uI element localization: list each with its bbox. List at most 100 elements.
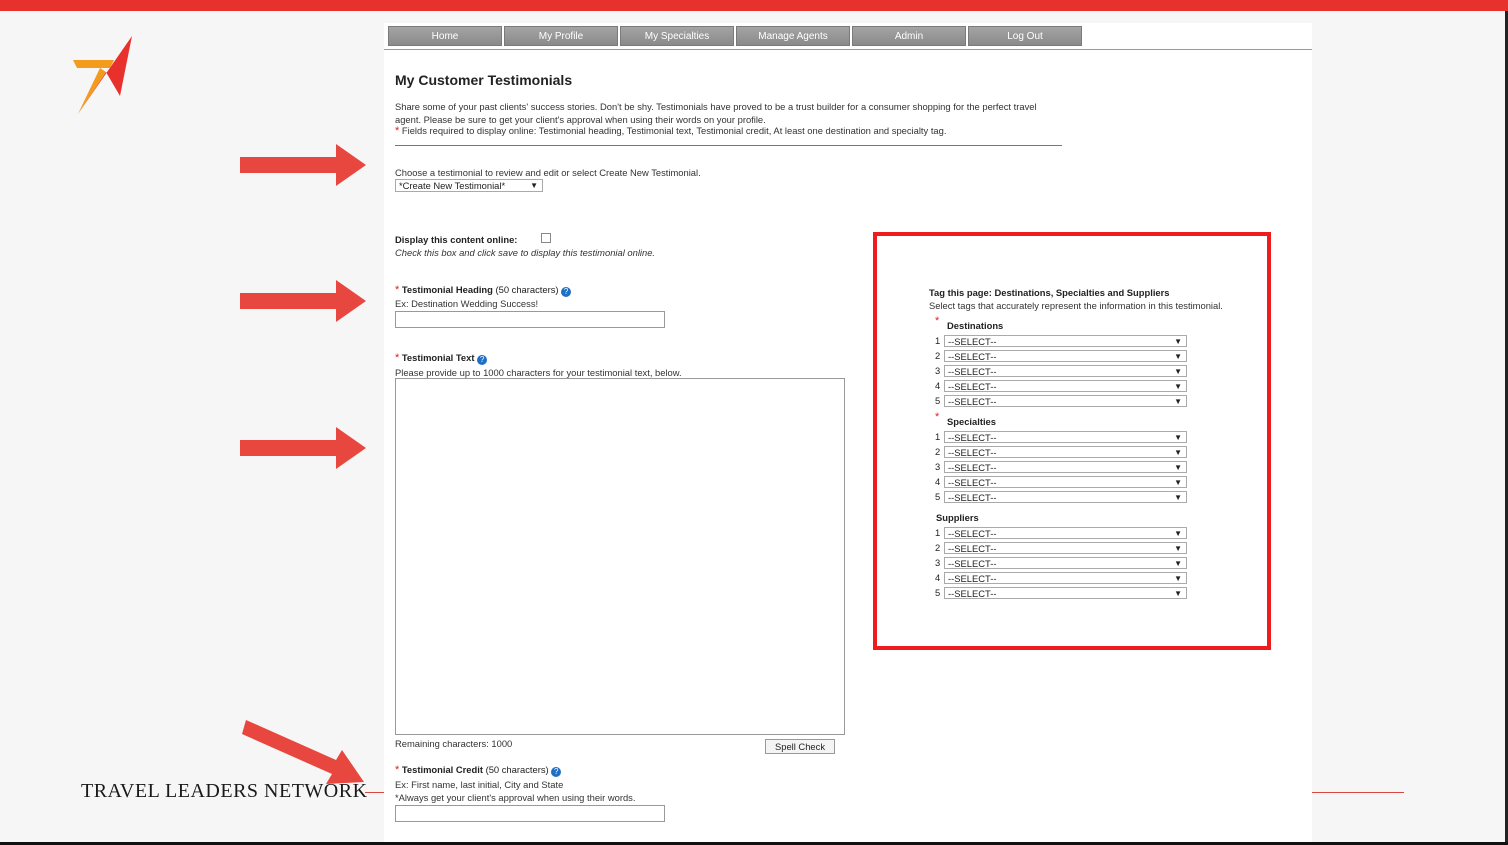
annotation-arrow-icon [240,280,366,322]
heading-input[interactable] [395,311,665,328]
heading-field-title: * Testimonial Heading (50 characters) ? [395,284,572,297]
specialties-select[interactable]: --SELECT-- ▼ [944,476,1187,488]
row-number: 2 [935,542,941,553]
row-number: 1 [935,431,941,442]
testimonial-select-value: *Create New Testimonial* [399,180,506,191]
select-value: --SELECT-- [948,336,997,347]
specialties-row: 2 --SELECT-- ▼ [935,446,1195,459]
testimonial-textarea[interactable] [395,378,845,735]
credit-input[interactable] [395,805,665,822]
help-icon[interactable]: ? [551,767,562,777]
suppliers-row: 3 --SELECT-- ▼ [935,557,1195,570]
select-value: --SELECT-- [948,492,997,503]
chevron-down-icon: ▼ [1174,382,1182,391]
credit-example: Ex: First name, last initial, City and S… [395,779,564,790]
row-number: 3 [935,557,941,568]
row-number: 5 [935,395,941,406]
help-icon[interactable]: ? [561,287,572,297]
row-number: 4 [935,476,941,487]
chevron-down-icon: ▼ [1174,478,1182,487]
specialties-select[interactable]: --SELECT-- ▼ [944,431,1187,443]
specialties-row: 1 --SELECT-- ▼ [935,431,1195,444]
chevron-down-icon: ▼ [1174,433,1182,442]
nav-my-profile[interactable]: My Profile [504,26,618,46]
suppliers-select[interactable]: --SELECT-- ▼ [944,542,1187,554]
required-star: * [395,125,400,137]
required-note-text: Fields required to display online: Testi… [401,125,947,136]
page-title: My Customer Testimonials [395,72,573,88]
specialties-select[interactable]: --SELECT-- ▼ [944,446,1187,458]
tags-subtitle: Select tags that accurately represent th… [929,300,1223,311]
destinations-select[interactable]: --SELECT-- ▼ [944,350,1187,362]
row-number: 5 [935,587,941,598]
spell-check-button[interactable]: Spell Check [765,739,835,754]
suppliers-select[interactable]: --SELECT-- ▼ [944,527,1187,539]
select-value: --SELECT-- [948,558,997,569]
chevron-down-icon: ▼ [1174,337,1182,346]
text-hint: Please provide up to 1000 characters for… [395,367,682,378]
chevron-down-icon: ▼ [1174,397,1182,406]
chevron-down-icon: ▼ [1174,448,1182,457]
suppliers-select[interactable]: --SELECT-- ▼ [944,557,1187,569]
row-number: 2 [935,350,941,361]
suppliers-select[interactable]: --SELECT-- ▼ [944,572,1187,584]
required-star: * [395,284,400,296]
decor-line-right [1312,792,1404,793]
required-note: * Fields required to display online: Tes… [395,125,946,137]
testimonial-select[interactable]: *Create New Testimonial* ▼ [395,179,543,192]
row-number: 3 [935,461,941,472]
chevron-down-icon: ▼ [1174,544,1182,553]
destinations-select[interactable]: --SELECT-- ▼ [944,395,1187,407]
heading-limit: (50 characters) [495,284,559,295]
nav-admin[interactable]: Admin [852,26,966,46]
tags-title: Tag this page: Destinations, Specialties… [929,287,1170,298]
help-icon[interactable]: ? [477,355,488,365]
nav-home[interactable]: Home [388,26,502,46]
heading-label: Testimonial Heading [401,284,493,295]
row-number: 1 [935,335,941,346]
travel-leaders-logo-icon [70,32,140,123]
required-star: * [935,411,940,423]
destinations-select[interactable]: --SELECT-- ▼ [944,335,1187,347]
select-value: --SELECT-- [948,396,997,407]
specialties-row: 4 --SELECT-- ▼ [935,476,1195,489]
text-label: Testimonial Text [401,352,475,363]
select-value: --SELECT-- [948,528,997,539]
intro-text: Share some of your past clients' success… [395,101,1037,125]
select-value: --SELECT-- [948,351,997,362]
text-field-title: * Testimonial Text ? [395,352,488,365]
select-value: --SELECT-- [948,573,997,584]
display-online-checkbox[interactable] [541,233,551,243]
destinations-row: 2 --SELECT-- ▼ [935,350,1195,363]
suppliers-row: 4 --SELECT-- ▼ [935,572,1195,585]
required-star: * [395,352,400,364]
row-number: 5 [935,491,941,502]
destinations-select[interactable]: --SELECT-- ▼ [944,380,1187,392]
destinations-row: 4 --SELECT-- ▼ [935,380,1195,393]
specialties-select[interactable]: --SELECT-- ▼ [944,461,1187,473]
nav-my-specialties[interactable]: My Specialties [620,26,734,46]
row-number: 3 [935,365,941,376]
destinations-row: 3 --SELECT-- ▼ [935,365,1195,378]
row-number: 2 [935,446,941,457]
display-online-label: Display this content online: [395,234,518,245]
tags-panel: Tag this page: Destinations, Specialties… [873,232,1271,650]
row-number: 4 [935,572,941,583]
nav-manage-agents[interactable]: Manage Agents [736,26,850,46]
required-star: * [395,764,400,776]
suppliers-row: 1 --SELECT-- ▼ [935,527,1195,540]
select-value: --SELECT-- [948,543,997,554]
credit-field-title: * Testimonial Credit (50 characters) ? [395,764,562,777]
nav-divider [384,49,1312,50]
nav-log-out[interactable]: Log Out [968,26,1082,46]
specialties-row: 5 --SELECT-- ▼ [935,491,1195,504]
destinations-row: 1 --SELECT-- ▼ [935,335,1195,348]
specialties-select[interactable]: --SELECT-- ▼ [944,491,1187,503]
annotation-arrow-diagonal-icon [242,720,364,784]
remaining-characters: Remaining characters: 1000 [395,738,513,749]
destinations-select[interactable]: --SELECT-- ▼ [944,365,1187,377]
heading-example: Ex: Destination Wedding Success! [395,298,539,309]
chevron-down-icon: ▼ [1174,589,1182,598]
testimonials-page: Home My Profile My Specialties Manage Ag… [384,23,1312,842]
suppliers-select[interactable]: --SELECT-- ▼ [944,587,1187,599]
